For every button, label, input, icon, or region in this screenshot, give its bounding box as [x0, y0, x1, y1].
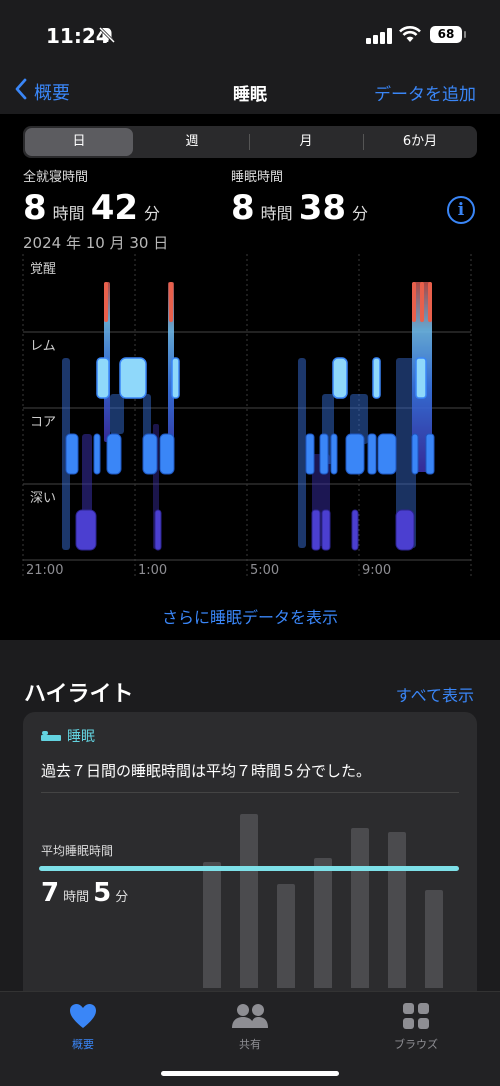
stage-label-rem: レム [30, 339, 56, 354]
deep-segments [75, 509, 415, 551]
tab-sharing[interactable]: 共有 [190, 1000, 310, 1052]
x-tick-0900: 9:00 [362, 563, 391, 578]
x-tick-2100: 21:00 [26, 563, 63, 578]
x-tick-0500: 5:00 [250, 563, 279, 578]
minute-unit: 分 [115, 890, 129, 905]
weekly-sleep-bar [203, 862, 221, 988]
segment-day[interactable]: 日 [25, 128, 133, 156]
heart-icon [23, 1000, 143, 1032]
bell-off-icon [98, 26, 116, 48]
core-segments [65, 433, 435, 475]
home-indicator [161, 1071, 339, 1076]
in-bed-hours: 8 [23, 188, 47, 228]
awake-segments [104, 282, 432, 322]
tab-browse-label: ブラウズ [394, 1038, 438, 1051]
stage-label-awake: 覚醒 [30, 262, 56, 277]
minute-unit: 分 [352, 204, 369, 223]
add-data-button[interactable]: データを追加 [374, 80, 476, 105]
segment-6months[interactable]: 6か月 [364, 126, 476, 158]
weekly-sleep-bar [314, 858, 332, 988]
in-bed-minutes: 42 [90, 188, 139, 228]
avg-sleep-label: 平均睡眠時間 [41, 844, 114, 858]
tab-browse[interactable]: ブラウズ [356, 1000, 476, 1052]
sleep-highlight-card[interactable]: 睡眠 過去７日間の睡眠時間は平均７時間５分でした。 平均睡眠時間 7 時間 5 分 [23, 712, 477, 1012]
weekly-sleep-bar [351, 828, 369, 988]
weekly-sleep-bar [388, 832, 406, 988]
sleep-date: 2024 年 10 月 30 日 [23, 234, 169, 252]
sleep-stage-chart: 覚醒 レム コア 深い 21:00 1:00 5:00 9:00 [0, 254, 500, 584]
x-tick-0100: 1:00 [138, 563, 167, 578]
weekly-sleep-bar [277, 884, 295, 988]
asleep-value: 8 時間 38 分 [231, 188, 374, 228]
status-bar: 11:24 68 [0, 0, 500, 70]
asleep-label: 睡眠時間 [231, 170, 284, 185]
hour-unit: 時間 [63, 890, 90, 905]
stage-label-core: コア [30, 415, 56, 430]
hour-unit: 時間 [260, 204, 293, 223]
avg-hours: 7 [41, 878, 60, 908]
info-icon[interactable]: i [447, 196, 475, 224]
cellular-signal-icon [366, 28, 392, 44]
avg-sleep-line [39, 866, 459, 871]
sleep-stage-chart-svg: 覚醒 レム コア 深い 21:00 1:00 5:00 9:00 [22, 254, 472, 578]
in-bed-value: 8 時間 42 分 [23, 188, 166, 228]
show-all-highlights-link[interactable]: すべて表示 [396, 682, 474, 706]
weekly-sleep-bar [240, 814, 258, 988]
navigation-bar: 概要 睡眠 データを追加 [0, 70, 500, 114]
wifi-icon [398, 24, 422, 44]
tab-sharing-label: 共有 [239, 1038, 261, 1051]
minute-unit: 分 [144, 204, 161, 223]
battery-icon: 68 [430, 26, 466, 43]
segment-week[interactable]: 週 [136, 126, 248, 158]
in-bed-label: 全就寝時間 [23, 170, 89, 185]
period-segmented-control: 日 週 月 6か月 [23, 126, 477, 158]
show-more-sleep-data-link[interactable]: さらに睡眠データを表示 [0, 604, 500, 628]
highlights-title: ハイライト [24, 682, 134, 707]
avg-sleep-value: 7 時間 5 分 [41, 878, 132, 908]
grid-icon [356, 1000, 476, 1032]
avg-minutes: 5 [93, 878, 112, 908]
tab-summary-label: 概要 [72, 1038, 94, 1051]
asleep-hours: 8 [231, 188, 255, 228]
people-icon [190, 1000, 310, 1032]
segment-month[interactable]: 月 [250, 126, 362, 158]
tab-summary[interactable]: 概要 [23, 1000, 143, 1052]
asleep-minutes: 38 [298, 188, 347, 228]
weekly-sleep-bars [23, 712, 477, 1012]
weekly-sleep-bar [425, 890, 443, 988]
rem-segments [96, 357, 427, 399]
hour-unit: 時間 [52, 204, 85, 223]
stage-label-deep: 深い [30, 491, 56, 506]
